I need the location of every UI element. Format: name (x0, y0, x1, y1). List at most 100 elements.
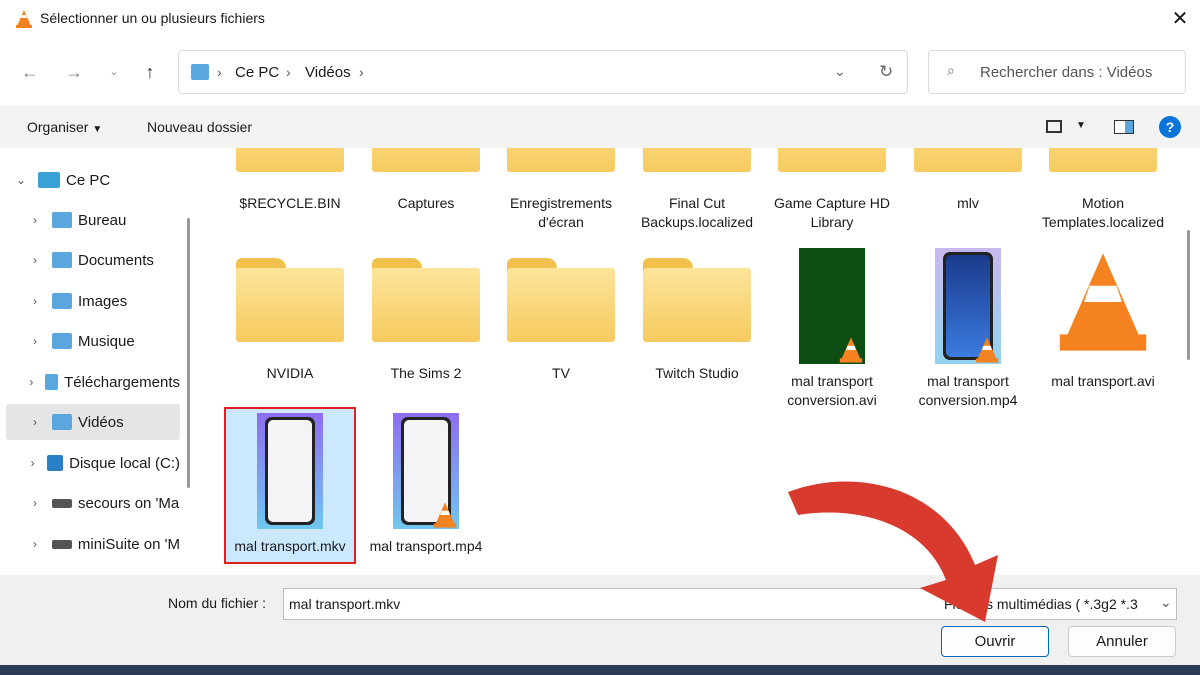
downloads-folder-icon (44, 374, 59, 390)
file-name: Twitch Studio (655, 365, 739, 381)
search-icon: ⌕ (947, 62, 955, 78)
video-thumbnail (799, 248, 865, 364)
sidebar-item-label: Disque local (C:) (69, 454, 180, 472)
cancel-button[interactable]: Annuler (1068, 626, 1176, 657)
chevron-down-icon[interactable]: ⌄ (1160, 594, 1172, 611)
file-name: Captures (397, 195, 455, 211)
file-item[interactable]: mal transport conversion.avi (768, 248, 896, 410)
content-scrollbar[interactable] (1187, 230, 1190, 360)
back-icon[interactable]: ← (16, 58, 44, 86)
chevron-down-icon[interactable]: ⌄ (834, 63, 846, 80)
folder-item[interactable]: Game Capture HD Library (768, 148, 896, 232)
sidebar-item-images[interactable]: › Images (6, 283, 180, 319)
breadcrumb-ce-pc[interactable]: Ce PC (235, 64, 279, 81)
sidebar-item-secours[interactable]: › secours on 'Ma (6, 485, 180, 521)
recent-dropdown-icon[interactable]: ⌄ (100, 58, 128, 86)
view-icon[interactable] (1046, 120, 1062, 133)
organize-label: Organiser (27, 119, 89, 135)
folder-icon (372, 148, 480, 172)
file-item[interactable]: mal transport.mp4 (362, 413, 490, 556)
sidebar-item-label: Musique (78, 332, 135, 350)
up-icon[interactable]: ↑ (136, 58, 164, 86)
new-folder-button[interactable]: Nouveau dossier (147, 119, 252, 135)
chevron-right-icon[interactable]: › (24, 415, 46, 429)
folder-item[interactable]: $RECYCLE.BIN (226, 148, 354, 213)
caret-down-icon: ▼ (92, 124, 103, 135)
red-arrow-annotation (788, 481, 998, 622)
organize-button[interactable]: Organiser ▼ (27, 119, 102, 135)
sidebar-item-label: Ce PC (66, 171, 111, 189)
search-input[interactable]: ⌕ Rechercher dans : Vidéos (928, 50, 1186, 94)
folder-icon (507, 148, 615, 172)
search-placeholder: Rechercher dans : Vidéos (980, 64, 1153, 81)
chevron-right-icon[interactable]: › (24, 213, 46, 227)
filename-value: mal transport.mkv (289, 596, 401, 612)
file-name: mal transport.avi (1051, 373, 1155, 389)
video-thumbnail (393, 413, 459, 529)
folder-item[interactable]: Twitch Studio (633, 258, 761, 383)
sidebar-item-label: secours on 'Ma (78, 494, 180, 512)
sidebar-item-documents[interactable]: › Documents (6, 242, 180, 278)
sidebar-item-telechargements[interactable]: › Téléchargements (6, 364, 180, 400)
file-item[interactable]: mal transport.avi (1039, 248, 1167, 391)
sidebar-scrollbar[interactable] (187, 218, 190, 488)
folder-icon (372, 258, 480, 342)
folder-item[interactable]: Captures (362, 148, 490, 213)
breadcrumb-separator: › (217, 64, 222, 80)
help-icon[interactable]: ? (1159, 116, 1181, 138)
sidebar-item-disque-local[interactable]: › Disque local (C:) (6, 445, 180, 481)
chevron-right-icon[interactable]: › (24, 294, 46, 308)
file-name: TV (552, 365, 570, 381)
folder-icon (914, 148, 1022, 172)
documents-folder-icon (52, 252, 72, 268)
forward-icon[interactable]: → (60, 58, 88, 86)
folder-item[interactable]: Enregistrements d'écran (497, 148, 625, 232)
file-name: NVIDIA (266, 365, 314, 381)
folder-item[interactable]: NVIDIA (226, 258, 354, 383)
address-bar[interactable]: › Ce PC › Vidéos › ⌄ ↻ (178, 50, 908, 94)
folder-item[interactable]: mlv (904, 148, 1032, 213)
music-folder-icon (52, 333, 72, 349)
sidebar-item-ce-pc[interactable]: ⌄ Ce PC (6, 162, 180, 198)
video-thumbnail (935, 248, 1001, 364)
file-item-selected[interactable]: mal transport.mkv (224, 407, 356, 564)
sidebar-item-musique[interactable]: › Musique (6, 323, 180, 359)
file-name: The Sims 2 (390, 365, 462, 381)
chevron-right-icon[interactable]: › (24, 456, 41, 470)
chevron-right-icon[interactable]: › (24, 496, 46, 510)
vlc-file-icon (1049, 248, 1157, 364)
network-drive-icon (51, 539, 72, 549)
file-name: mal transport.mkv (234, 538, 346, 554)
chevron-right-icon[interactable]: › (24, 334, 46, 348)
desktop-folder-icon (52, 212, 72, 228)
file-item[interactable]: mal transport conversion.mp4 (904, 248, 1032, 410)
file-name: mal transport conversion.avi (787, 373, 877, 408)
chevron-right-icon[interactable]: › (24, 537, 46, 551)
chevron-down-icon[interactable]: ⌄ (10, 173, 32, 187)
view-dropdown-icon[interactable]: ▼ (1076, 120, 1086, 131)
folder-item[interactable]: Final Cut Backups.localized (633, 148, 761, 232)
folder-item[interactable]: TV (497, 258, 625, 383)
videos-folder-icon (52, 414, 72, 430)
sidebar-item-videos[interactable]: › Vidéos (6, 404, 180, 440)
breadcrumb-videos[interactable]: Vidéos (305, 64, 351, 81)
vlc-icon (433, 502, 457, 528)
chevron-right-icon[interactable]: › (24, 375, 39, 389)
file-name: Enregistrements d'écran (510, 195, 612, 230)
folder-icon (643, 258, 751, 342)
breadcrumb-separator[interactable]: › (359, 64, 364, 80)
filename-input[interactable]: mal transport.mkv Fichiers multimédias (… (283, 588, 1177, 620)
sidebar-item-bureau[interactable]: › Bureau (6, 202, 180, 238)
vlc-icon (839, 337, 863, 363)
navigation-pane: ⌄ Ce PC › Bureau › Documents › Images › Musiq… (0, 148, 190, 575)
videos-folder-icon (191, 64, 209, 80)
close-icon[interactable]: ✕ (1165, 4, 1195, 34)
chevron-right-icon[interactable]: › (24, 253, 46, 267)
file-name: $RECYCLE.BIN (239, 195, 341, 211)
sidebar-item-minisuite[interactable]: › miniSuite on 'M (6, 526, 180, 562)
vlc-icon (975, 337, 999, 363)
refresh-icon[interactable]: ↻ (879, 62, 893, 82)
folder-item[interactable]: Motion Templates.localized (1039, 148, 1167, 232)
preview-pane-icon[interactable] (1114, 120, 1134, 134)
folder-item[interactable]: The Sims 2 (362, 258, 490, 383)
